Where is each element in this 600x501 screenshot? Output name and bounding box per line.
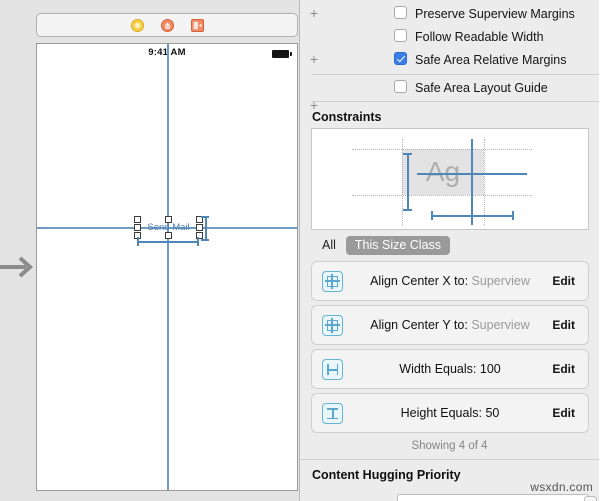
preview-width-cap-right <box>512 211 514 220</box>
preview-height-cap-bottom <box>403 209 412 211</box>
storyboard-entry-point-arrow <box>0 255 38 279</box>
constraint-text-1: Align Center Y to: Superview <box>312 318 588 332</box>
width-measure-bar <box>137 241 198 243</box>
checkbox-follow-readable-width[interactable] <box>394 29 407 45</box>
checkbox-label-1: Follow Readable Width <box>415 30 544 44</box>
resize-handle-bottom-center[interactable] <box>165 232 172 239</box>
divider-3 <box>300 459 599 460</box>
constraints-preview-diagram[interactable]: Ag <box>311 128 589 230</box>
checkbox-row-safe-area-layout-guide[interactable]: Safe Area Layout Guide <box>300 75 599 101</box>
constraint-row-align-center-x[interactable]: Align Center X to: Superview Edit <box>311 261 589 301</box>
preview-dash-top <box>352 149 532 150</box>
checkbox-label-2: Safe Area Relative Margins <box>415 53 566 67</box>
checkbox-row-safe-area-relative-margins[interactable]: + Safe Area Relative Margins <box>300 48 599 71</box>
xcode-interface-builder-window: 9:41 AM Send Mail <box>0 0 600 501</box>
checkbox-label-3: Safe Area Layout Guide <box>415 81 548 95</box>
size-inspector-panel[interactable]: + Preserve Superview Margins + Follow Re… <box>300 0 599 501</box>
battery-icon <box>272 50 289 58</box>
preview-dash-bottom <box>352 195 532 196</box>
constraints-section-title: Constraints <box>300 110 599 124</box>
constraint-text-0: Align Center X to: Superview <box>312 274 588 288</box>
content-hugging-stepper[interactable] <box>584 496 597 501</box>
checkbox-safe-area-layout-guide[interactable] <box>394 80 407 96</box>
view-controller-icon[interactable] <box>131 19 144 32</box>
resize-handle-top-left[interactable] <box>134 216 141 223</box>
constraint-text-3: Height Equals: 50 <box>312 406 588 420</box>
center-x-guide-line <box>167 44 169 491</box>
constraint-text-2: Width Equals: 100 <box>312 362 588 376</box>
add-variation-button-0[interactable]: + <box>306 6 322 20</box>
checkbox-safe-area-relative-margins[interactable] <box>394 52 407 68</box>
constraints-section: Constraints Ag All This Size Class <box>300 110 599 482</box>
preview-width-cap-left <box>431 211 433 220</box>
preview-center-x-line <box>471 139 473 225</box>
constraint-edit-button-2[interactable]: Edit <box>552 362 575 376</box>
size-class-this-option[interactable]: This Size Class <box>346 236 450 255</box>
height-measure-cap-bottom <box>201 239 209 241</box>
constraint-row-align-center-y[interactable]: Align Center Y to: Superview Edit <box>311 305 589 345</box>
checkbox-label-0: Preserve Superview Margins <box>415 7 575 21</box>
constraint-edit-button-0[interactable]: Edit <box>552 274 575 288</box>
resize-handle-middle-right[interactable] <box>196 224 203 231</box>
watermark: wsxdn.com <box>530 480 593 494</box>
preview-height-cap-top <box>403 153 412 155</box>
constraints-showing-count: Showing 4 of 4 <box>300 440 599 452</box>
size-class-selector[interactable]: All This Size Class <box>300 233 599 257</box>
constraint-row-height[interactable]: Height Equals: 50 Edit <box>311 393 589 433</box>
constraint-edit-button-1[interactable]: Edit <box>552 318 575 332</box>
checkbox-row-preserve-superview-margins[interactable]: + Preserve Superview Margins <box>300 2 599 25</box>
checkbox-group: + Preserve Superview Margins + Follow Re… <box>300 0 599 102</box>
view-controller-scene[interactable]: 9:41 AM Send Mail <box>36 43 298 491</box>
divider-2 <box>312 101 599 102</box>
resize-handle-middle-left[interactable] <box>134 224 141 231</box>
content-hugging-value-field[interactable] <box>397 494 589 501</box>
preview-width-bar <box>431 215 513 217</box>
preview-dash-right <box>484 139 485 225</box>
width-measure-cap-left <box>137 237 139 246</box>
constraint-row-width[interactable]: Width Equals: 100 Edit <box>311 349 589 389</box>
height-measure-cap-top <box>201 216 209 218</box>
checkbox-preserve-superview-margins[interactable] <box>394 6 407 22</box>
storyboard-canvas[interactable]: 9:41 AM Send Mail <box>0 0 300 501</box>
checkbox-row-follow-readable-width[interactable]: + Follow Readable Width <box>300 25 599 48</box>
preview-height-bar <box>407 153 409 210</box>
constraint-edit-button-3[interactable]: Edit <box>552 406 575 420</box>
first-responder-icon[interactable] <box>161 19 174 32</box>
height-measure-bar <box>205 216 207 240</box>
exit-icon[interactable] <box>191 19 204 32</box>
size-class-all-option[interactable]: All <box>322 238 336 252</box>
scene-dock[interactable] <box>36 13 298 37</box>
preview-dash-left <box>402 139 403 225</box>
resize-handle-top-center[interactable] <box>165 216 172 223</box>
width-measure-cap-right <box>197 237 199 246</box>
